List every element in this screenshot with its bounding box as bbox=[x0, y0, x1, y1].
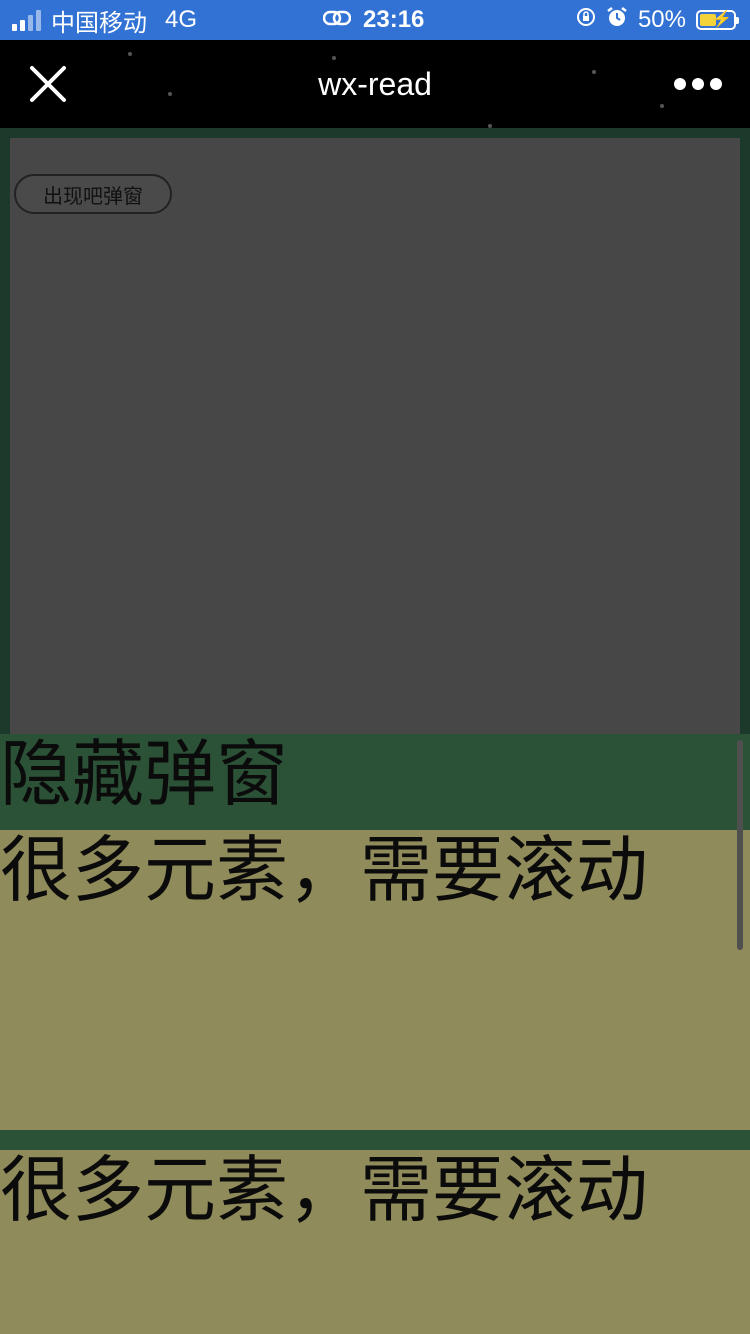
show-popup-button[interactable]: 出现吧弹窗 bbox=[14, 174, 172, 214]
signal-icon bbox=[12, 9, 41, 31]
battery-percent: 50% bbox=[637, 6, 686, 33]
scrollbar[interactable] bbox=[737, 740, 743, 950]
clock-time: 23:16 bbox=[363, 6, 425, 33]
status-left: 中国移动 4G bbox=[12, 0, 197, 40]
more-dot-icon bbox=[710, 78, 722, 90]
page-title: wx-read bbox=[318, 65, 432, 102]
list-item: 很多元素，需要滚动 bbox=[0, 830, 750, 1130]
main-frame bbox=[0, 128, 750, 734]
nav-bar: wx-read bbox=[0, 40, 750, 128]
network-label: 4G bbox=[165, 6, 198, 33]
carrier-label: 中国移动 bbox=[51, 9, 147, 37]
alarm-icon bbox=[606, 6, 628, 35]
more-button[interactable] bbox=[674, 72, 722, 96]
list-item: 很多元素，需要滚动 bbox=[0, 1150, 750, 1334]
more-dot-icon bbox=[692, 78, 704, 90]
status-center: 23:16 bbox=[322, 0, 425, 40]
divider bbox=[0, 1130, 750, 1150]
status-right: 50% ⚡ bbox=[576, 0, 739, 40]
content-panel bbox=[10, 138, 740, 734]
status-bar: 中国移动 4G 23:16 50% ⚡ bbox=[0, 0, 750, 40]
list-item-text: 很多元素，需要滚动 bbox=[0, 1148, 649, 1232]
link-icon bbox=[322, 6, 352, 34]
orientation-lock-icon bbox=[576, 6, 596, 34]
hide-popup-bar[interactable]: 隐藏弹窗 bbox=[0, 734, 750, 830]
hide-popup-label: 隐藏弹窗 bbox=[0, 732, 289, 816]
list-item-text: 很多元素，需要滚动 bbox=[0, 828, 649, 912]
more-dot-icon bbox=[674, 78, 686, 90]
battery-icon: ⚡ bbox=[696, 10, 739, 30]
